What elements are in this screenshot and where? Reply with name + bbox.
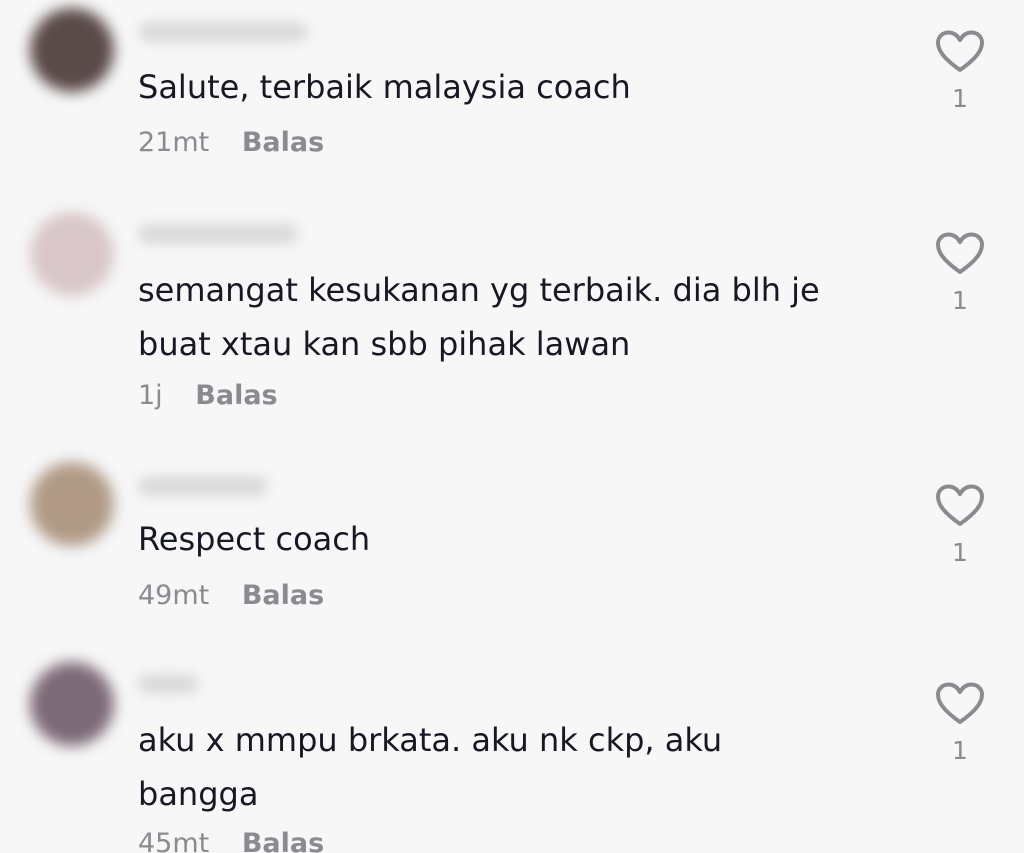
comment-text: aku x mmpu brkata. aku nk ckp, aku bangg… [138, 721, 723, 813]
like-count: 1 [952, 736, 968, 765]
comment-meta: 21mt Balas [138, 127, 324, 158]
reply-button[interactable]: Balas [195, 380, 277, 411]
comment-timestamp: 49mt [138, 580, 210, 611]
reply-button[interactable]: Balas [242, 580, 324, 611]
heart-outline-icon[interactable] [935, 30, 985, 74]
reply-button[interactable]: Balas [242, 828, 324, 853]
comment-timestamp: 21mt [138, 127, 210, 158]
comment-text: Salute, terbaik malaysia coach [138, 68, 631, 106]
comment-meta: 1j Balas [138, 380, 278, 411]
heart-outline-icon[interactable] [935, 484, 985, 528]
like-count: 1 [952, 286, 968, 315]
avatar[interactable] [30, 212, 114, 296]
heart-outline-icon[interactable] [935, 682, 985, 726]
comment-meta: 45mt Balas [138, 828, 324, 853]
comment-list: Salute, terbaik malaysia coach 21mt Bala… [0, 0, 1024, 853]
username-blurred[interactable] [138, 674, 198, 694]
reply-button[interactable]: Balas [242, 127, 324, 158]
heart-outline-icon[interactable] [935, 232, 985, 276]
comment-timestamp: 1j [138, 380, 163, 411]
username-blurred[interactable] [138, 224, 298, 244]
like-button[interactable]: 1 [928, 232, 992, 315]
like-count: 1 [952, 84, 968, 113]
avatar[interactable] [30, 462, 114, 546]
comment-text: semangat kesukanan yg terbaik. dia blh j… [138, 271, 820, 363]
like-button[interactable]: 1 [928, 30, 992, 113]
avatar[interactable] [30, 662, 114, 746]
like-count: 1 [952, 538, 968, 567]
like-button[interactable]: 1 [928, 484, 992, 567]
username-blurred[interactable] [138, 22, 308, 42]
comment-timestamp: 45mt [138, 828, 210, 853]
comment-meta: 49mt Balas [138, 580, 324, 611]
like-button[interactable]: 1 [928, 682, 992, 765]
username-blurred[interactable] [138, 476, 268, 496]
avatar[interactable] [30, 8, 114, 92]
comment-text: Respect coach [138, 520, 371, 558]
